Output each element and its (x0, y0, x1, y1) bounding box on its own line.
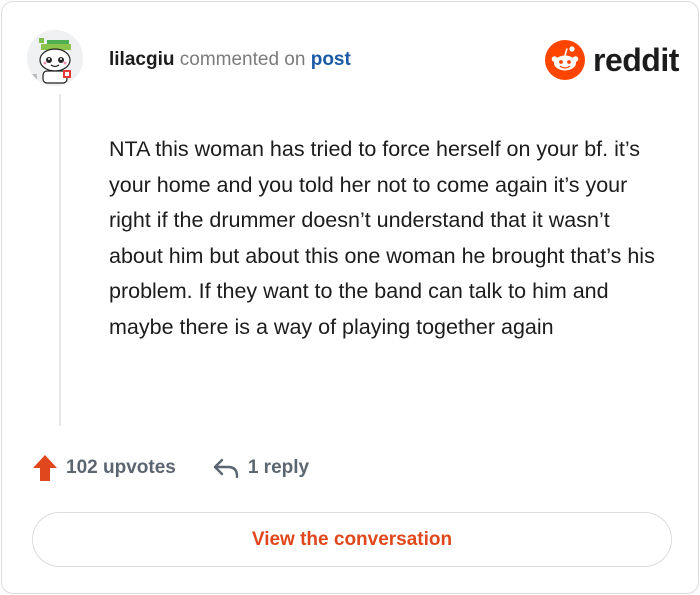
comment-card: lilacgiu commented on post reddit NTA th… (1, 1, 699, 594)
comment-header: lilacgiu commented on post (109, 48, 351, 72)
username[interactable]: lilacgiu (109, 49, 174, 70)
avatar-snoo-icon (27, 30, 83, 86)
comment-body: NTA this woman has tried to force hersel… (109, 137, 655, 339)
view-conversation-button[interactable]: View the conversation (32, 512, 672, 567)
reddit-logo[interactable]: reddit (545, 40, 679, 80)
thread-line (59, 94, 61, 426)
reddit-snoo-icon (545, 40, 585, 80)
reply-arrow-icon (213, 458, 239, 479)
reddit-wordmark: reddit (593, 42, 679, 78)
upvote-action[interactable]: 102 upvotes (32, 454, 176, 482)
action-text: commented on (179, 49, 306, 70)
reply-count: 1 reply (247, 457, 310, 478)
upvote-arrow-icon (33, 455, 57, 481)
comment-actions: 102 upvotes 1 reply (32, 454, 309, 482)
user-avatar[interactable] (27, 30, 83, 86)
view-conversation-label: View the conversation (251, 528, 453, 550)
post-link[interactable]: post (311, 49, 351, 70)
upvote-count: 102 upvotes (66, 457, 176, 478)
reply-action[interactable]: 1 reply (212, 457, 309, 479)
